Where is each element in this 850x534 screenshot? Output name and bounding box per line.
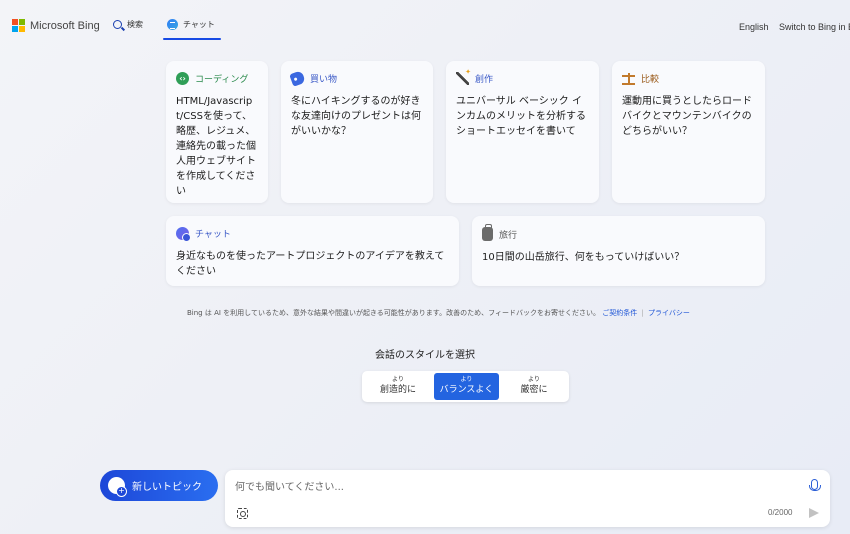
bing-logo[interactable]: Microsoft Bing — [12, 19, 100, 32]
suggestion-card-travel[interactable]: 旅行 10日間の山岳旅行、何をもっていけばいい？ — [472, 216, 765, 286]
style-option-prefix: より — [392, 376, 404, 383]
suggestion-card-compare[interactable]: 比較 運動用に買うとしたらロードバイクとマウンテンバイクのどちらがいい？ — [612, 61, 765, 203]
card-prompt: 10日間の山岳旅行、何をもっていけばいい？ — [482, 252, 685, 263]
style-option-balanced[interactable]: より バランスよく — [434, 373, 499, 400]
suggestion-card-shopping[interactable]: 買い物 冬にハイキングするのが好きな友達向けのプレゼントは何がいいかな？ — [281, 61, 433, 203]
search-icon — [113, 20, 122, 29]
new-topic-label: 新しいトピック — [132, 482, 202, 493]
card-category: チャット — [195, 230, 231, 240]
tab-search-label: 検索 — [127, 20, 143, 29]
suggestion-card-chat[interactable]: チャット 身近なものを使ったアートプロジェクトのアイデアを教えてください — [166, 216, 459, 286]
card-category: 旅行 — [499, 230, 518, 241]
new-chat-icon — [108, 477, 127, 497]
ai-disclaimer: Bing は AI を利用しているため、意外な結果や間違いが起きる可能性がありま… — [187, 308, 690, 318]
magic-wand-icon — [456, 68, 471, 85]
card-prompt: 冬にハイキングするのが好きな友達向けのプレゼントは何がいいかな？ — [291, 96, 421, 137]
card-prompt: 運動用に買うとしたらロードバイクとマウンテンバイクのどちらがいい？ — [622, 96, 752, 137]
send-icon[interactable] — [809, 508, 819, 518]
top-header: Microsoft Bing 検索 チャット English Switch to… — [0, 0, 850, 52]
style-selector-title: 会話のスタイルを選択 — [375, 350, 475, 361]
style-option-prefix: より — [460, 376, 473, 383]
microsoft-logo-icon — [12, 19, 25, 32]
conversation-style-selector: より 創造的に より バランスよく より 厳密に — [362, 371, 569, 402]
tag-icon — [289, 70, 306, 87]
terms-link[interactable]: ご契約条件 — [602, 309, 637, 317]
scale-icon — [622, 72, 635, 85]
card-prompt: 身近なものを使ったアートプロジェクトのアイデアを教えてください — [176, 251, 445, 277]
language-link[interactable]: English — [739, 22, 769, 32]
link-separator: | — [641, 309, 644, 317]
card-header: ‹› コーディング — [176, 72, 258, 85]
privacy-link[interactable]: プライバシー — [648, 309, 690, 317]
card-category: 買い物 — [310, 75, 338, 85]
character-counter: 0/2000 — [768, 508, 793, 517]
new-topic-button[interactable]: 新しいトピック — [100, 470, 218, 501]
card-header: 買い物 — [289, 70, 423, 87]
tab-search[interactable]: 検索 — [113, 19, 143, 30]
card-category: コーディング — [195, 75, 249, 85]
chat-bubble-icon — [176, 227, 191, 242]
visual-search-icon[interactable] — [237, 508, 248, 519]
card-header: 比較 — [622, 72, 755, 85]
card-header: 創作 — [456, 68, 589, 85]
style-option-label: 創造的に — [379, 385, 416, 395]
style-option-creative[interactable]: より 創造的に — [366, 373, 430, 400]
style-option-precise[interactable]: より 厳密に — [503, 373, 565, 400]
microphone-icon[interactable] — [809, 479, 821, 491]
chat-input[interactable] — [235, 479, 795, 495]
tab-chat[interactable]: チャット — [163, 19, 221, 40]
card-prompt: ユニバーサル ベーシック インカムのメリットを分析するショートエッセイを書いて — [456, 96, 586, 137]
style-option-label: 厳密に — [520, 385, 548, 395]
suggestion-card-creative[interactable]: 創作 ユニバーサル ベーシック インカムのメリットを分析するショートエッセイを書… — [446, 61, 599, 203]
card-category: 創作 — [475, 75, 494, 85]
code-icon: ‹› — [176, 72, 189, 85]
chat-input-box: 0/2000 — [225, 470, 830, 527]
luggage-icon — [482, 224, 493, 241]
chat-icon — [167, 19, 178, 30]
style-option-prefix: より — [528, 376, 540, 383]
brand-name: Microsoft Bing — [30, 19, 100, 32]
card-category: 比較 — [641, 75, 660, 85]
card-prompt: HTML/Javascript/CSSを使って、略歴、レジュメ、連絡先の載った個… — [176, 96, 256, 197]
disclaimer-text: Bing は AI を利用しているため、意外な結果や間違いが起きる可能性がありま… — [187, 309, 600, 317]
switch-region-link[interactable]: Switch to Bing in E — [779, 22, 850, 32]
suggestion-card-coding[interactable]: ‹› コーディング HTML/Javascript/CSSを使って、略歴、レジュ… — [166, 61, 268, 203]
style-option-label: バランスよく — [439, 385, 494, 395]
tab-chat-label: チャット — [183, 20, 215, 29]
card-header: チャット — [176, 227, 449, 242]
card-header: 旅行 — [482, 224, 755, 241]
